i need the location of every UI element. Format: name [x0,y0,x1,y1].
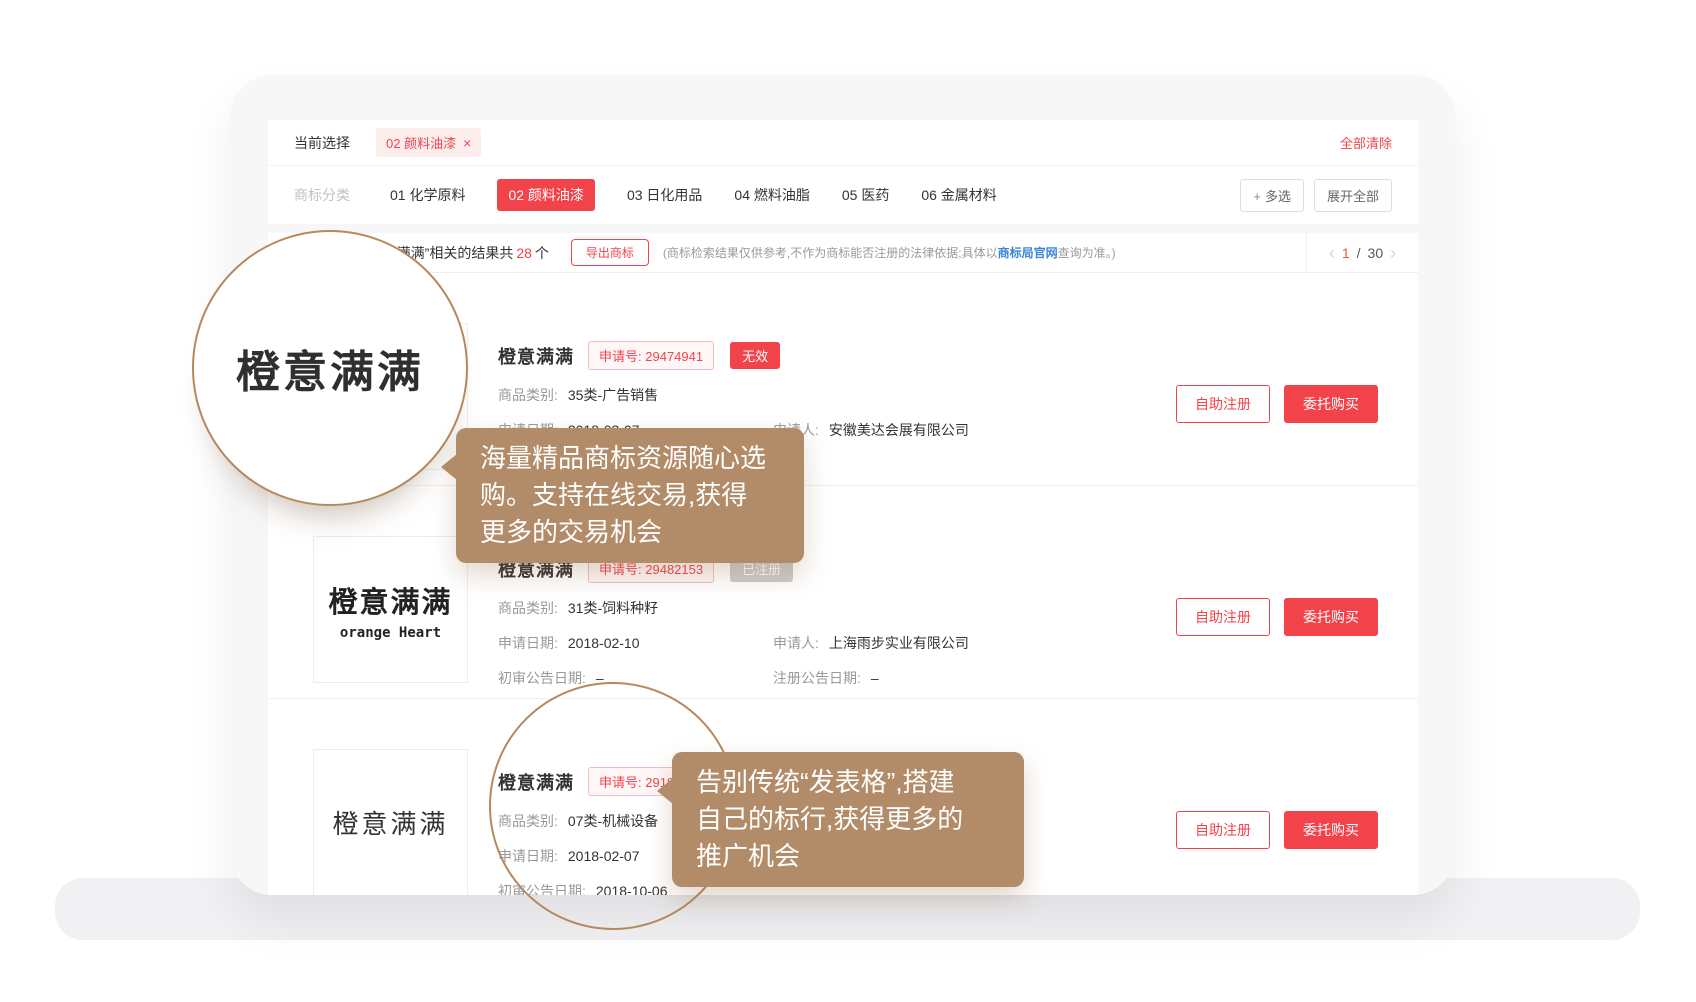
tooltip-line: 自己的标行,获得更多的 [696,801,1000,838]
row-actions: 自助注册 委托购买 [1176,598,1378,636]
disclaimer-post: 查询为准。) [1058,246,1116,260]
category-item-01[interactable]: 01 化学原料 [390,185,465,205]
close-icon[interactable]: × [463,136,471,150]
application-number-value: 29474941 [645,349,703,364]
tooltip-arrow-icon [441,454,457,480]
category-item-02-selected[interactable]: 02 颜料油漆 [497,179,594,211]
entrust-purchase-button[interactable]: 委托购买 [1284,385,1378,423]
filter-card: 当前选择 02 颜料油漆 × 全部清除 商标分类 01 化学原料 02 颜料油漆… [268,120,1418,224]
row-actions: 自助注册 委托购买 [1176,811,1378,849]
trademark-magnifier-circle: 橙意满满 [192,230,468,506]
trademark-image-subtext: orange Heart [340,625,441,641]
category-field-value: 35类-广告销售 [568,387,658,403]
multi-select-label: 多选 [1265,189,1291,204]
application-number-label: 申请号: [599,349,642,364]
self-register-button[interactable]: 自助注册 [1176,385,1270,423]
results-disclaimer: (商标检索结果仅供参考,不作为商标能否注册的法律依据;具体以商标局官网查询为准。… [663,244,1116,261]
summary-suffix: 个 [535,245,549,261]
category-bar: 商标分类 01 化学原料 02 颜料油漆 03 日化用品 04 燃料油脂 05 … [268,166,1418,224]
clear-all-button[interactable]: 全部清除 [1340,133,1392,152]
expand-all-button[interactable]: 展开全部 [1314,179,1392,212]
reg-publication-value: – [871,670,879,686]
marketing-stage: 当前选择 02 颜料油漆 × 全部清除 商标分类 01 化学原料 02 颜料油漆… [0,0,1696,1002]
tooltip-arrow-icon [657,778,673,804]
export-trademarks-button[interactable]: 导出商标 [571,239,649,266]
trademark-image: 橙意满满 orange Heart [313,536,468,683]
tooltip-line: 购。支持在线交易,获得 [480,477,780,514]
reg-publication-label: 注册公告日期: [773,670,861,686]
applicant-value: 安徽美达会展有限公司 [829,422,969,438]
page-total: 30 [1368,245,1384,261]
trademark-image-text: 橙意满满 [328,579,452,621]
apply-date-label: 申请日期: [498,635,558,651]
category-field-label: 商品类别: [498,387,558,403]
application-number-value: 29482153 [645,562,703,577]
disclaimer-pre: (商标检索结果仅供参考,不作为商标能否注册的法律依据;具体以 [663,246,998,260]
row-actions: 自助注册 委托购买 [1176,385,1378,423]
trademark-image-text: 橙意满满 [332,804,448,841]
multi-select-button[interactable]: + 多选 [1240,179,1304,212]
entrust-purchase-button[interactable]: 委托购买 [1284,811,1378,849]
category-item-06[interactable]: 06 金属材料 [921,185,996,205]
tooltip-line: 更多的交易机会 [480,514,780,551]
current-selection-label: 当前选择 [294,133,350,153]
page-separator: / [1357,245,1361,261]
application-number-label: 申请号: [599,562,642,577]
self-register-button[interactable]: 自助注册 [1176,598,1270,636]
trademark-image: 橙意满满 [313,749,468,895]
category-item-05[interactable]: 05 医药 [842,185,889,205]
category-item-03[interactable]: 03 日化用品 [627,185,702,205]
trademark-office-link[interactable]: 商标局官网 [998,246,1058,260]
page-next-icon[interactable]: › [1390,244,1396,262]
applicant-value: 上海雨步实业有限公司 [829,635,969,651]
tooltip-line: 推广机会 [696,838,1000,875]
status-badge: 无效 [730,342,780,369]
category-bar-actions: + 多选 展开全部 [1240,179,1392,212]
application-number-tag: 申请号: 29474941 [588,341,714,370]
table-row: 橙意满满 orange Heart 橙意满满 申请号: 29482153 已注册… [268,486,1418,699]
pagination: ‹ 1 / 30 › [1306,233,1418,272]
tooltip-line: 告别传统“发表格”,搭建 [696,764,1000,801]
trademark-name: 橙意满满 [498,343,574,369]
magnified-trademark-text: 橙意满满 [236,336,424,400]
results-header: 为您检索到“橙意满满”相关的结果共28个 导出商标 (商标检索结果仅供参考,不作… [268,233,1418,273]
plus-icon: + [1253,189,1261,204]
category-field-value: 31类-饲料种籽 [568,600,658,616]
self-register-button[interactable]: 自助注册 [1176,811,1270,849]
apply-date-value: 2018-02-10 [568,635,640,651]
category-bar-label: 商标分类 [294,185,350,205]
tooltip-market-callout: 海量精品商标资源随心选 购。支持在线交易,获得 更多的交易机会 [456,428,804,563]
applicant-label: 申请人: [773,635,819,651]
category-item-04[interactable]: 04 燃料油脂 [734,185,809,205]
selected-filter-chip-label: 02 颜料油漆 [386,133,456,152]
results-count: 28 [516,245,532,261]
category-field-label: 商品类别: [498,600,558,616]
entrust-purchase-button[interactable]: 委托购买 [1284,598,1378,636]
page-prev-icon[interactable]: ‹ [1329,244,1335,262]
tooltip-line: 海量精品商标资源随心选 [480,440,780,477]
current-selection-bar: 当前选择 02 颜料油漆 × 全部清除 [268,120,1418,166]
selected-filter-chip[interactable]: 02 颜料油漆 × [376,128,481,157]
first-publication-label: 初审公告日期: [498,670,586,686]
page-current: 1 [1342,245,1350,261]
tooltip-promo-callout: 告别传统“发表格”,搭建 自己的标行,获得更多的 推广机会 [672,752,1024,887]
